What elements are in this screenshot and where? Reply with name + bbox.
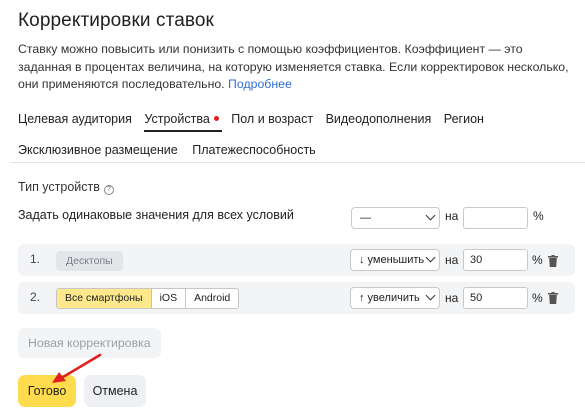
same-values-input[interactable] <box>463 207 528 229</box>
na-label: на <box>445 291 459 305</box>
row-index: 1. <box>30 252 41 266</box>
tab-solvency[interactable]: Платежеспособность <box>192 141 318 163</box>
more-link[interactable]: Подробнее <box>228 77 292 91</box>
tab-target-audience[interactable]: Целевая аудитория <box>18 110 135 132</box>
segment-ios[interactable]: iOS <box>152 289 187 308</box>
percent-label: % <box>532 291 543 305</box>
chevron-down-icon <box>425 290 436 301</box>
action-select-desktop[interactable]: ↓ уменьшить <box>350 249 440 271</box>
segment-android[interactable]: Android <box>186 289 238 308</box>
value-input-smartphones[interactable]: 50 <box>463 287 528 309</box>
device-segment-control: Все смартфоны iOS Android <box>56 288 240 309</box>
segment-all-smartphones[interactable]: Все смартфоны <box>57 289 152 308</box>
page-title: Корректировки ставок <box>18 10 214 31</box>
same-values-select[interactable]: — <box>351 207 440 229</box>
unsaved-dot-icon <box>213 116 219 121</box>
value-input-desktop[interactable]: 30 <box>463 249 528 271</box>
percent-label: % <box>532 253 543 267</box>
tabs-divider <box>10 162 585 163</box>
device-chip-desktop: Десктопы <box>56 251 123 271</box>
chevron-down-icon <box>425 210 436 221</box>
tabs-row-2: Эксклюзивное размещение Платежеспособнос… <box>18 141 327 163</box>
annotation-arrow-icon <box>52 353 102 383</box>
device-type-label: Тип устройств? <box>18 180 114 195</box>
tabs-row-1: Целевая аудитория Устройства Пол и возра… <box>18 110 578 132</box>
na-label: на <box>445 209 459 223</box>
same-values-label: Задать одинаковые значения для всех усло… <box>18 208 294 222</box>
chevron-down-icon <box>425 252 436 263</box>
row-index: 2. <box>30 290 41 304</box>
percent-label: % <box>533 209 544 223</box>
question-icon[interactable]: ? <box>103 185 114 195</box>
tab-video-extensions[interactable]: Видеодополнения <box>326 110 435 132</box>
action-select-smartphones[interactable]: ↑ увеличить <box>350 287 440 309</box>
description-text: Ставку можно повысить или понизить с пом… <box>18 42 569 91</box>
tab-devices[interactable]: Устройства <box>144 110 222 132</box>
tab-region[interactable]: Регион <box>444 110 487 132</box>
na-label: на <box>445 253 459 267</box>
tab-exclusive-placement[interactable]: Эксклюзивное размещение <box>18 141 181 163</box>
tab-gender-age[interactable]: Пол и возраст <box>231 110 316 132</box>
trash-icon[interactable] <box>548 292 558 304</box>
description: Ставку можно повысить или понизить с пом… <box>18 41 578 94</box>
tab-devices-label: Устройства <box>144 112 210 126</box>
trash-icon[interactable] <box>548 255 558 267</box>
